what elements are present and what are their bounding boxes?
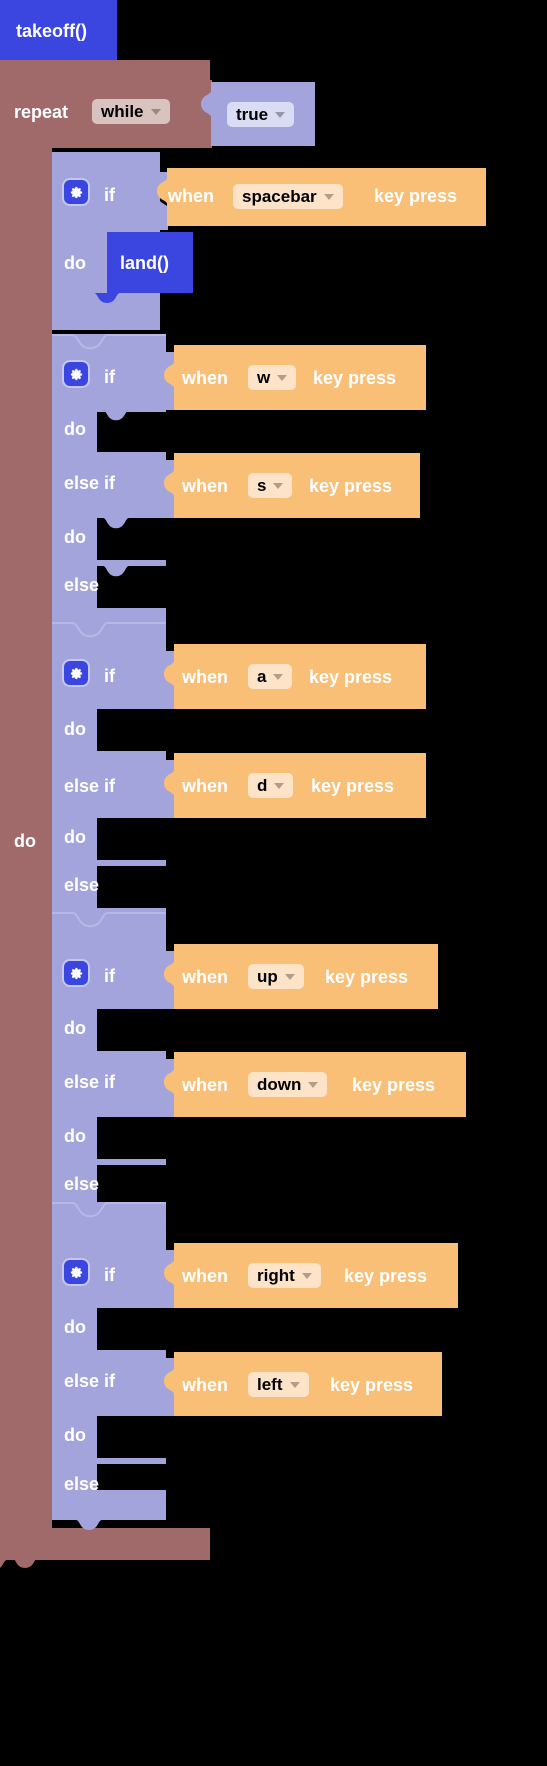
- key-value-a: a: [257, 666, 267, 686]
- chevron-down-icon: [273, 673, 284, 680]
- key-value-d: d: [257, 775, 268, 795]
- true-value: true: [236, 104, 269, 124]
- true-value-dropdown[interactable]: true: [227, 102, 295, 127]
- key-dropdown-down[interactable]: down: [248, 1072, 328, 1097]
- if-label-w: if: [104, 367, 115, 387]
- key-value-w: w: [257, 367, 271, 387]
- when-label-s: when: [182, 476, 229, 496]
- key-dropdown-a[interactable]: a: [248, 664, 293, 689]
- if-rightleft-do-hole-2: [97, 1416, 166, 1458]
- gear-icon[interactable]: [64, 961, 88, 985]
- when-label-up: when: [182, 967, 229, 987]
- key-value-s: s: [257, 475, 267, 495]
- if-updown-do-hole-1: [97, 1009, 166, 1051]
- repeat-do-label: do: [14, 831, 36, 851]
- else-label-ad: else: [64, 875, 100, 895]
- do-label-left: do: [64, 1425, 86, 1445]
- elseif-label-s: else if: [64, 473, 116, 493]
- key-dropdown-d[interactable]: d: [248, 773, 294, 798]
- keypress-label-up: key press: [325, 967, 409, 987]
- if-ws-do-hole-2: [97, 518, 166, 560]
- if-ad-do-hole-1: [97, 709, 166, 751]
- key-value-down: down: [257, 1074, 302, 1094]
- if-ad-else-hole: [97, 866, 166, 908]
- repeat-mode-value: while: [101, 101, 144, 121]
- repeat-bottom-bar: [0, 1528, 210, 1568]
- else-label-rightleft: else: [64, 1474, 100, 1494]
- keypress-label-w: key press: [313, 368, 397, 388]
- repeat-left-column: [0, 60, 52, 1530]
- keypress-label-a: key press: [309, 667, 393, 687]
- key-dropdown-s[interactable]: s: [248, 473, 293, 498]
- chevron-down-icon: [277, 374, 288, 381]
- do-label-down: do: [64, 1126, 86, 1146]
- keypress-label-s: key press: [309, 476, 393, 496]
- if-label-a: if: [104, 666, 115, 686]
- chevron-down-icon: [274, 782, 285, 789]
- if-ad-do-hole-2: [97, 818, 166, 860]
- if-label-right: if: [104, 1265, 115, 1285]
- keypress-label-d: key press: [311, 776, 395, 796]
- gear-icon[interactable]: [64, 661, 88, 685]
- do-label-a: do: [64, 719, 86, 739]
- keypress-label-spacebar: key press: [374, 186, 458, 206]
- key-value-spacebar: spacebar: [242, 186, 317, 206]
- gear-icon[interactable]: [64, 362, 88, 386]
- key-value-up: up: [257, 966, 278, 986]
- repeat-label: repeat: [14, 102, 69, 122]
- gear-icon[interactable]: [64, 1260, 88, 1284]
- keypress-label-left: key press: [330, 1375, 414, 1395]
- blockly-workspace[interactable]: takeoff() repeat while true do if do whe…: [0, 0, 547, 1766]
- when-label-left: when: [182, 1375, 229, 1395]
- chevron-down-icon: [308, 1081, 319, 1088]
- chevron-down-icon: [275, 111, 286, 118]
- if-label-up: if: [104, 966, 115, 986]
- do-label-spacebar: do: [64, 253, 86, 273]
- when-label-d: when: [182, 776, 229, 796]
- if-ws-else-hole: [97, 566, 166, 608]
- chevron-down-icon: [150, 108, 161, 115]
- gear-icon[interactable]: [64, 180, 88, 204]
- chevron-down-icon: [323, 193, 334, 200]
- when-label-w: when: [182, 368, 229, 388]
- do-label-right: do: [64, 1317, 86, 1337]
- if-updown-do-hole-2: [97, 1117, 166, 1159]
- do-label-w: do: [64, 419, 86, 439]
- key-dropdown-spacebar[interactable]: spacebar: [233, 184, 343, 209]
- key-dropdown-left[interactable]: left: [248, 1372, 309, 1397]
- keypress-label-down: key press: [352, 1075, 436, 1095]
- when-label-spacebar: when: [168, 186, 215, 206]
- key-dropdown-right[interactable]: right: [248, 1263, 321, 1288]
- elseif-label-down: else if: [64, 1072, 116, 1092]
- chevron-down-icon: [289, 1381, 300, 1388]
- land-label: land(): [120, 253, 169, 273]
- key-value-right: right: [257, 1265, 295, 1285]
- do-label-s: do: [64, 527, 86, 547]
- if-rightleft-bottom: [52, 1490, 166, 1530]
- chevron-down-icon: [301, 1272, 312, 1279]
- if-updown-else-hole: [97, 1165, 166, 1207]
- takeoff-label: takeoff(): [16, 21, 87, 41]
- keypress-label-right: key press: [344, 1266, 428, 1286]
- do-label-up: do: [64, 1018, 86, 1038]
- else-label-updown: else: [64, 1174, 100, 1194]
- key-value-left: left: [257, 1374, 283, 1394]
- key-dropdown-w[interactable]: w: [248, 365, 297, 390]
- when-label-a: when: [182, 667, 229, 687]
- key-dropdown-up[interactable]: up: [248, 964, 304, 989]
- elseif-label-left: else if: [64, 1371, 116, 1391]
- do-label-d: do: [64, 827, 86, 847]
- when-label-right: when: [182, 1266, 229, 1286]
- if-label-spacebar: if: [104, 185, 115, 205]
- if-rightleft-do-hole-1: [97, 1308, 166, 1350]
- else-label-ws: else: [64, 575, 100, 595]
- if-ws-do-hole-1b: [97, 410, 166, 452]
- chevron-down-icon: [284, 973, 295, 980]
- repeat-mode-dropdown[interactable]: while: [92, 99, 170, 124]
- chevron-down-icon: [273, 482, 284, 489]
- elseif-label-d: else if: [64, 776, 116, 796]
- when-label-down: when: [182, 1075, 229, 1095]
